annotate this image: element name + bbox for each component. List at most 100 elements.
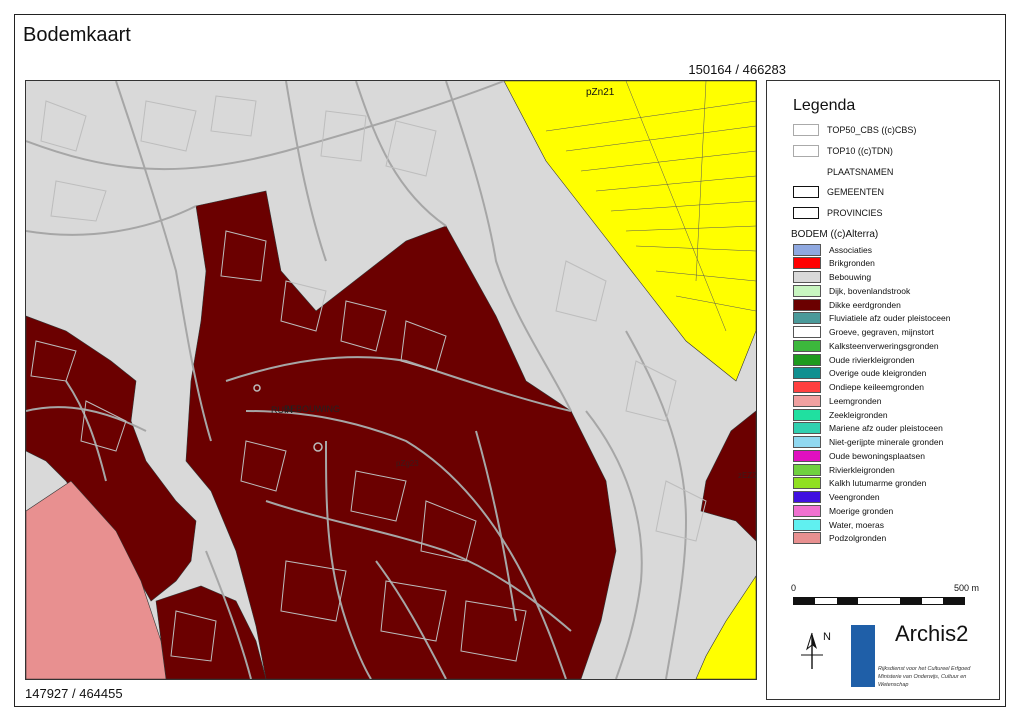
soil-class-label: Zeekleigronden [829, 409, 888, 420]
layer-swatch [793, 124, 819, 136]
legend-layer-label: PROVINCIES [827, 208, 883, 218]
legend-layer-top50: TOP50_CBS ((c)CBS) [793, 123, 916, 137]
legend-soil-class: Bebouwing [793, 271, 871, 284]
legend-layer-label: TOP50_CBS ((c)CBS) [827, 125, 917, 135]
soil-class-label: Leemgronden [829, 395, 882, 406]
soil-color-swatch [793, 326, 821, 338]
soil-class-label: Ondiepe keileemgronden [829, 382, 924, 392]
layer-swatch [793, 186, 819, 198]
rijksoverheid-logo [851, 625, 875, 687]
layer-swatch [793, 145, 819, 157]
soil-color-swatch [793, 339, 821, 352]
soil-color-swatch [793, 422, 821, 435]
legend-layer-gemeenten: GEMEENTEN [793, 185, 884, 199]
scale-bar-segments [793, 597, 965, 605]
legend-soil-class: Veengronden [793, 491, 880, 504]
legend-layer-label: GEMEENTEN [827, 187, 885, 197]
layer-swatch [793, 207, 819, 219]
soil-color-swatch [793, 518, 821, 531]
soil-class-label: Dikke eerdgronden [829, 299, 901, 310]
soil-class-label: Oude rivierkleigronden [829, 354, 915, 365]
legend-soil-class: Leemgronden [793, 394, 881, 407]
soil-color-swatch [793, 257, 821, 270]
soil-class-label: Moerige gronden [829, 505, 894, 516]
soil-color-swatch [793, 271, 821, 283]
soil-color-swatch [793, 298, 821, 311]
soil-code-label-pZn21: pZn21 [586, 87, 615, 98]
legend-soil-class: Podzolgronden [793, 532, 886, 545]
soil-color-swatch [793, 504, 821, 517]
legend-soil-class: Kalkh lutumarme gronden [793, 477, 926, 490]
scale-bar: 0 500 m [791, 583, 979, 605]
soil-color-swatch [793, 491, 821, 503]
legend-soil-class: Kalksteenverweringsgronden [793, 339, 939, 352]
soil-map[interactable]: pZn21 RUIN BEBOUWING pZg23 zEZ2 [25, 80, 757, 680]
archis-logo-text: Archis2 [895, 621, 969, 646]
legend-soil-class: Niet-gerijpte minerale gronden [793, 436, 943, 449]
soil-color-swatch [793, 381, 821, 393]
soil-class-label: Bebouwing [829, 272, 872, 282]
place-label-bebouwing: BEBOUWING [284, 404, 340, 414]
soil-class-label: Kalksteenverweringsgronden [829, 340, 939, 351]
legend-soil-class: Rivierkleigronden [793, 463, 895, 476]
legend-soil-class: Oude rivierkleigronden [793, 353, 915, 366]
legend-soil-class: Groeve, gegraven, mijnstort [793, 326, 934, 339]
legend-layer-provincies: PROVINCIES [793, 206, 883, 220]
soil-color-swatch [793, 394, 821, 407]
legend-soil-class: Mariene afz ouder pleistoceen [793, 422, 943, 435]
legend-soil-class: Dijk, bovenlandstrook [793, 284, 910, 297]
legend-panel: Legenda TOP50_CBS ((c)CBS) TOP10 ((c)TDN… [766, 80, 1000, 700]
legend-soil-class: Ondiepe keileemgronden [793, 381, 924, 394]
soil-code-label-pZg23: pZg23 [396, 459, 419, 468]
scale-start-label: 0 [791, 583, 797, 593]
soil-class-label: Groeve, gegraven, mijnstort [829, 327, 934, 337]
legend-layer-plaatsnamen: PLAATSNAMEN [793, 165, 893, 179]
north-label: N [823, 631, 831, 643]
soil-color-swatch [793, 463, 821, 476]
coordinate-top-right: 150164 / 466283 [688, 62, 786, 77]
legend-soil-class: Brikgronden [793, 257, 875, 270]
soil-class-label: Overige oude kleigronden [829, 368, 927, 379]
logo-caption-line: Wetenschap [878, 682, 909, 688]
soil-class-label: Niet-gerijpte minerale gronden [829, 437, 944, 447]
soil-color-swatch [793, 312, 821, 325]
soil-color-swatch [793, 408, 821, 421]
logo-caption-line: Ministerie van Onderwijs, Cultuur en [878, 674, 967, 680]
legend-soil-class: Oude bewoningsplaatsen [793, 449, 925, 462]
soil-class-label: Associaties [829, 244, 872, 255]
soil-class-label: Podzolgronden [829, 533, 887, 544]
legend-soil-class: Associaties [793, 243, 872, 256]
soil-color-swatch [793, 532, 821, 545]
legend-layer-label: PLAATSNAMEN [827, 167, 894, 177]
soil-color-swatch [793, 284, 821, 297]
layer-swatch [793, 166, 819, 178]
soil-class-label: Rivierkleigronden [829, 464, 895, 475]
legend-soil-class: Water, moeras [793, 518, 884, 531]
legend-layer-label: TOP10 ((c)TDN) [827, 146, 893, 156]
legend-soil-class: Fluviatiele afz ouder pleistoceen [793, 312, 950, 325]
soil-color-swatch [793, 449, 821, 462]
page-title: Bodemkaart [23, 24, 131, 46]
soil-color-swatch [793, 243, 821, 256]
coordinate-bottom-left: 147927 / 464455 [25, 686, 123, 701]
logo-caption-line: Rijksdienst voor het Cultureel Erfgoed [878, 666, 971, 672]
soil-class-label: Oude bewoningsplaatsen [829, 450, 925, 461]
soil-map-canvas: pZn21 RUIN BEBOUWING pZg23 zEZ2 [26, 81, 756, 679]
soil-class-label: Dijk, bovenlandstrook [829, 285, 911, 296]
soil-class-label: Brikgronden [829, 258, 875, 269]
legend-soil-class: Moerige gronden [793, 504, 893, 517]
soil-class-label: Kalkh lutumarme gronden [829, 478, 927, 489]
legend-layer-top10: TOP10 ((c)TDN) [793, 144, 893, 158]
soil-class-label: Mariene afz ouder pleistoceen [829, 423, 943, 434]
soil-class-label: Water, moeras [829, 519, 884, 530]
legend-soil-class: Zeekleigronden [793, 408, 888, 421]
legend-title: Legenda [793, 97, 856, 114]
soil-code-label-zEZ2: zEZ2 [738, 471, 756, 480]
soil-class-label: Veengronden [829, 492, 880, 502]
legend-soil-class: Dikke eerdgronden [793, 298, 901, 311]
logo-caption: Rijksdienst voor het Cultureel Erfgoed M… [878, 665, 998, 689]
scale-end-label: 500 m [953, 583, 979, 593]
legend-soil-class: Overige oude kleigronden [793, 367, 926, 380]
soil-color-swatch [793, 353, 821, 366]
legend-group-title: BODEM ((c)Alterra) [791, 229, 879, 240]
